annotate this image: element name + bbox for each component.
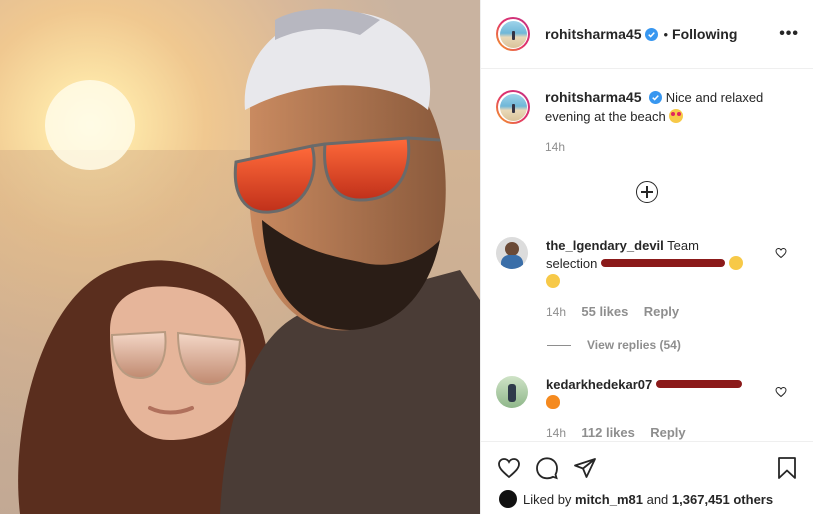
selfie-image (0, 0, 480, 514)
liker-avatar[interactable] (499, 490, 517, 508)
comment-meta: 14h 112 likes Reply (546, 424, 746, 442)
replies-divider (547, 344, 571, 346)
comment-like-heart-icon[interactable] (775, 247, 787, 259)
post-sidebar: rohitsharma45 • Following ••• rohitsharm… (480, 0, 813, 515)
commenter-username[interactable]: the_lgendary_devil (546, 238, 664, 253)
heart-eyes-emoji-icon (669, 109, 684, 123)
verified-badge-icon (645, 27, 659, 41)
comment-meta: 14h 55 likes Reply (546, 303, 746, 321)
reply-button[interactable]: Reply (644, 304, 679, 319)
post-caption: rohitsharma45 Nice and relaxed evening a… (496, 88, 799, 157)
following-button[interactable]: Following (672, 26, 737, 42)
view-replies-label[interactable]: View replies (54) (587, 338, 681, 352)
redaction-mark (600, 259, 725, 267)
fire-emoji-icon (546, 395, 560, 409)
verified-badge-icon (649, 91, 663, 104)
comment-text: Team (667, 238, 699, 253)
share-send-icon[interactable] (573, 456, 597, 480)
comment-likes[interactable]: 112 likes (581, 425, 635, 440)
like-heart-icon[interactable] (497, 456, 521, 480)
comment-bubble-icon[interactable] (535, 456, 559, 480)
redaction-mark (655, 380, 742, 388)
comment-item: kedarkhedekar07 14h 112 likes Reply (496, 376, 799, 442)
liked-by-and: and (646, 491, 669, 507)
save-bookmark-icon[interactable] (775, 456, 799, 480)
commenter-avatar[interactable] (496, 237, 528, 269)
post-actions-bar: Liked by mitch_m81 and 1,367,451 others (481, 441, 813, 515)
load-more-comments-icon[interactable] (636, 181, 658, 203)
author-avatar[interactable] (496, 17, 530, 51)
reply-button[interactable]: Reply (650, 425, 685, 440)
commenter-username[interactable]: kedarkhedekar07 (546, 377, 652, 392)
header-separator: • (663, 26, 669, 42)
liked-by-user[interactable]: mitch_m81 (575, 492, 643, 507)
caption-avatar[interactable] (496, 90, 530, 124)
laughing-emoji-icon (546, 274, 560, 288)
comment-time: 14h (546, 305, 567, 319)
caption-username[interactable]: rohitsharma45 (545, 89, 641, 105)
liked-by-count[interactable]: 1,367,451 others (672, 492, 773, 507)
liked-by-prefix: Liked by (523, 491, 572, 507)
instagram-post: rohitsharma45 • Following ••• rohitsharm… (0, 0, 813, 515)
comment-text-line2: selection (546, 256, 598, 271)
view-replies-button[interactable]: View replies (54) (547, 338, 681, 352)
post-header: rohitsharma45 • Following ••• (481, 0, 813, 69)
comment-like-heart-icon[interactable] (775, 386, 787, 398)
commenter-avatar[interactable] (496, 376, 528, 408)
post-photo[interactable] (0, 0, 480, 514)
comment-likes[interactable]: 55 likes (581, 304, 628, 319)
comment-time: 14h (546, 426, 567, 440)
laughing-emoji-icon (728, 256, 743, 270)
comment-item: the_lgendary_devil Team selection 14h 55… (496, 237, 799, 321)
more-options-icon[interactable]: ••• (779, 25, 799, 43)
caption-time: 14h (545, 140, 566, 154)
author-username[interactable]: rohitsharma45 (545, 26, 641, 42)
liked-by-summary: Liked by mitch_m81 and 1,367,451 others (499, 490, 773, 508)
